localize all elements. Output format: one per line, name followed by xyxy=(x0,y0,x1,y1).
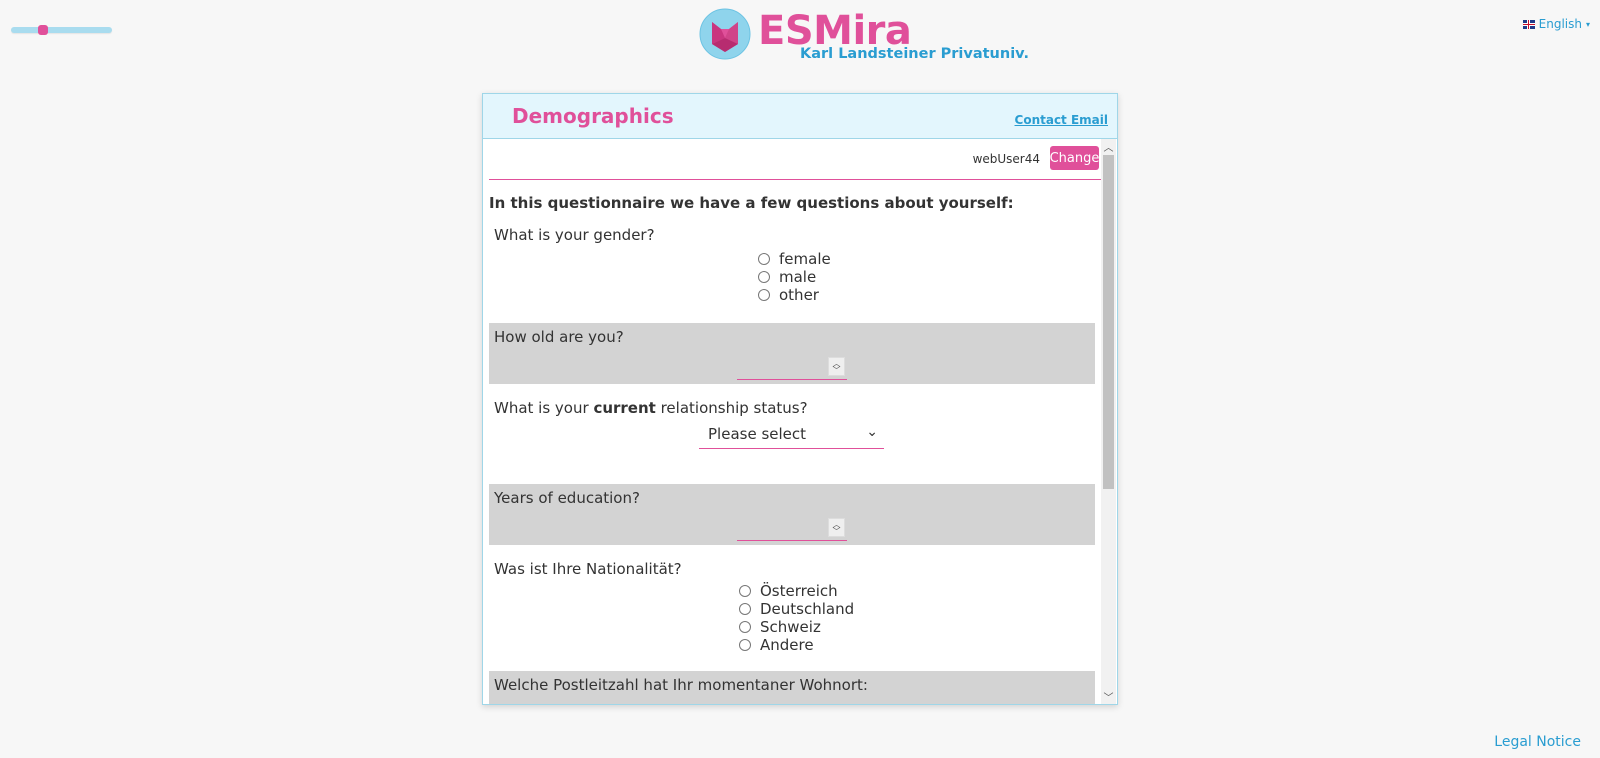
question-nationality: Was ist Ihre Nationalität? Österreich De… xyxy=(489,555,1095,663)
question-label: What is your gender? xyxy=(494,226,655,244)
education-input[interactable]: ︿ ﹀ xyxy=(737,518,847,541)
chevron-down-icon: ⌄ xyxy=(866,424,878,440)
question-postcode: Welche Postleitzahl hat Ihr momentaner W… xyxy=(489,671,1095,704)
language-label: English xyxy=(1538,17,1582,31)
question-label: What is your current relationship status… xyxy=(494,399,808,417)
question-education: Years of education? ︿ ﹀ xyxy=(489,484,1095,545)
contact-email-link[interactable]: Contact Email xyxy=(1015,113,1108,127)
radio-option[interactable]: female xyxy=(758,250,831,268)
caret-down-icon: ▾ xyxy=(1585,19,1590,29)
spinner-icon[interactable]: ︿ ﹀ xyxy=(828,518,845,537)
option-label: Österreich xyxy=(760,582,838,600)
scrollbar[interactable]: ︿ ﹀ xyxy=(1101,139,1116,704)
spinner-icon[interactable]: ︿ ﹀ xyxy=(828,357,845,376)
username: webUser44 xyxy=(972,152,1040,166)
option-label: male xyxy=(779,268,817,286)
radio-option[interactable]: Andere xyxy=(739,636,854,654)
radio-icon[interactable] xyxy=(739,639,751,651)
questionnaire-panel: Demographics Contact Email webUser44 Cha… xyxy=(482,93,1118,705)
radio-icon[interactable] xyxy=(758,271,770,283)
radio-option[interactable]: Deutschland xyxy=(739,600,854,618)
option-label: Andere xyxy=(760,636,814,654)
select-value: Please select xyxy=(708,425,807,443)
user-row: webUser44 Change xyxy=(489,139,1101,180)
radio-option[interactable]: other xyxy=(758,286,831,304)
radio-icon[interactable] xyxy=(739,585,751,597)
question-label: Welche Postleitzahl hat Ihr momentaner W… xyxy=(494,676,868,694)
panel-header: Demographics Contact Email xyxy=(483,94,1117,139)
option-label: other xyxy=(779,286,819,304)
question-label: Years of education? xyxy=(494,489,640,507)
scroll-up-icon[interactable]: ︿ xyxy=(1101,139,1116,154)
change-user-button[interactable]: Change xyxy=(1050,146,1099,170)
slider-track[interactable] xyxy=(11,27,112,33)
question-gender: What is your gender? female male other xyxy=(489,221,1095,321)
question-label: Was ist Ihre Nationalität? xyxy=(494,560,682,578)
page-title: Demographics xyxy=(512,104,674,128)
intro-text: In this questionnaire we have a few ques… xyxy=(489,194,1014,212)
question-age: How old are you? ︿ ﹀ xyxy=(489,323,1095,384)
question-relationship: What is your current relationship status… xyxy=(489,394,1095,464)
nationality-options: Österreich Deutschland Schweiz Andere xyxy=(739,582,854,654)
radio-icon[interactable] xyxy=(739,621,751,633)
relationship-select[interactable]: Please select ⌄ xyxy=(699,422,884,449)
esmira-logo-icon xyxy=(699,8,751,60)
view-slider[interactable] xyxy=(11,25,112,35)
scrollbar-thumb[interactable] xyxy=(1103,155,1114,489)
slider-thumb[interactable] xyxy=(38,25,48,35)
radio-option[interactable]: Österreich xyxy=(739,582,854,600)
legal-notice-link[interactable]: Legal Notice xyxy=(1494,734,1581,750)
age-input[interactable]: ︿ ﹀ xyxy=(737,357,847,380)
language-selector[interactable]: English ▾ xyxy=(1522,17,1590,31)
gender-options: female male other xyxy=(758,250,831,304)
option-label: Schweiz xyxy=(760,618,821,636)
institution-name: Karl Landsteiner Privatuniv. xyxy=(800,46,1029,62)
questionnaire-content[interactable]: webUser44 Change In this questionnaire w… xyxy=(483,139,1101,704)
radio-icon[interactable] xyxy=(739,603,751,615)
radio-option[interactable]: Schweiz xyxy=(739,618,854,636)
radio-icon[interactable] xyxy=(758,289,770,301)
option-label: Deutschland xyxy=(760,600,855,618)
question-label: How old are you? xyxy=(494,328,624,346)
radio-icon[interactable] xyxy=(758,253,770,265)
uk-flag-icon xyxy=(1522,19,1535,29)
radio-option[interactable]: male xyxy=(758,268,831,286)
scroll-down-icon[interactable]: ﹀ xyxy=(1101,689,1116,704)
option-label: female xyxy=(779,250,831,268)
